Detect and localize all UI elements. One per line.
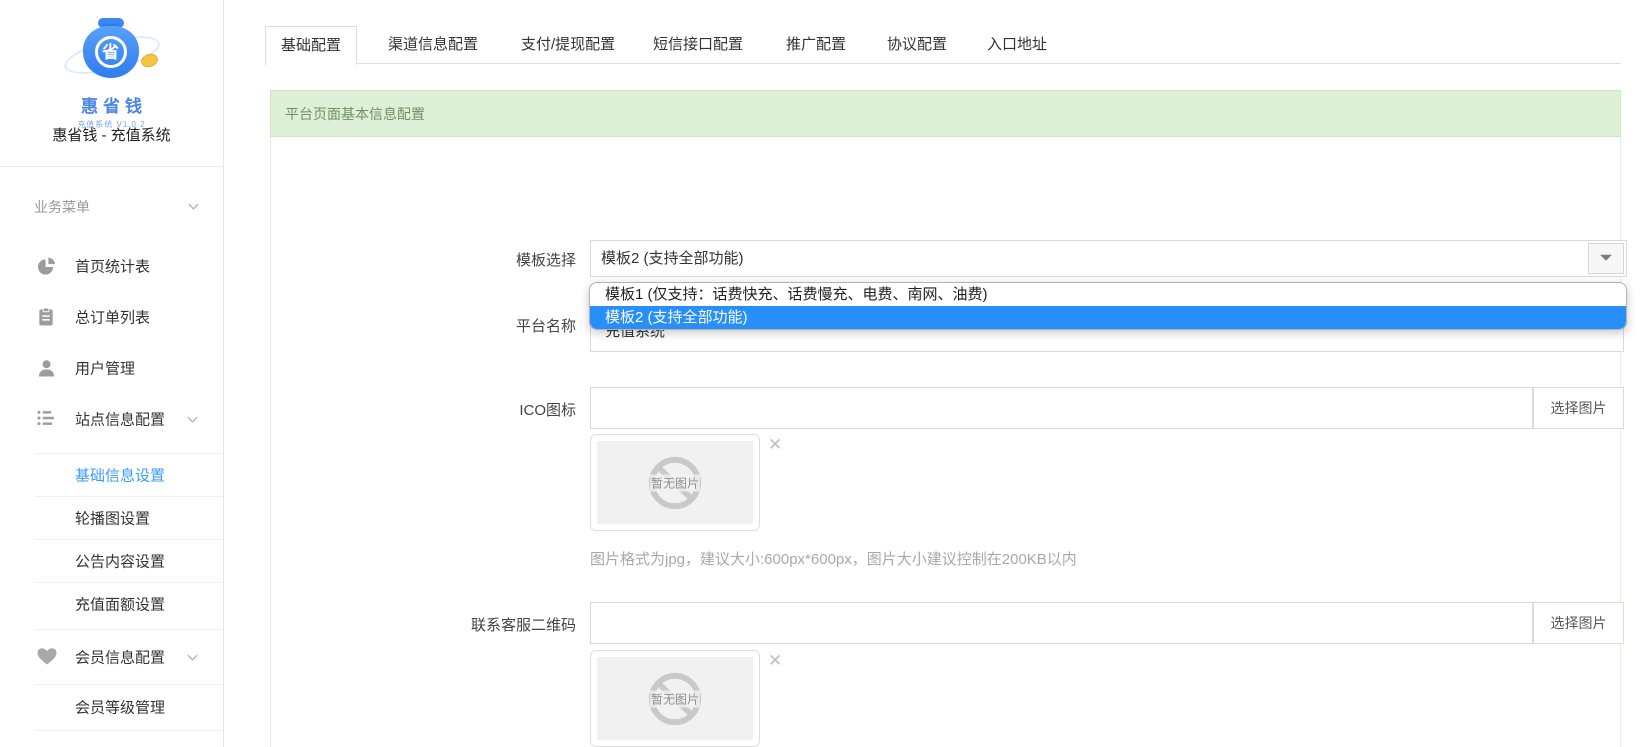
app-logo: 省 惠省钱 充值系统 V1.0.2 <box>0 14 223 114</box>
divider <box>0 166 223 167</box>
list-icon <box>37 410 56 429</box>
qrcode-label: 联系客服二维码 <box>396 614 576 635</box>
tab-channel-config[interactable]: 渠道信息配置 <box>388 26 478 64</box>
divider <box>35 730 223 731</box>
chevron-down-icon <box>186 413 198 425</box>
tab-label: 短信接口配置 <box>653 36 743 53</box>
tab-payment-config[interactable]: 支付/提现配置 <box>521 26 615 64</box>
sidebar-subitem-basic-info[interactable]: 基础信息设置 <box>0 453 223 497</box>
dropdown-option-template1[interactable]: 模板1 (仅支持：话费快充、话费慢充、电费、南网、油费) <box>590 283 1626 306</box>
chevron-down-icon <box>187 200 199 212</box>
sidebar-subitem-recharge-amount[interactable]: 充值面额设置 <box>0 582 223 626</box>
sidebar-item-home-stats[interactable]: 首页统计表 <box>0 244 223 288</box>
sidebar-item-label: 首页统计表 <box>75 256 150 277</box>
tab-entry-url[interactable]: 入口地址 <box>987 26 1047 64</box>
tab-bar: 基础配置 渠道信息配置 支付/提现配置 短信接口配置 推广配置 协议配置 入口地… <box>265 26 1621 64</box>
ico-icon-label: ICO图标 <box>396 399 576 420</box>
section-label: 业务菜单 <box>34 197 90 217</box>
qrcode-input[interactable] <box>590 602 1533 644</box>
brand-title: 惠省钱 - 充值系统 <box>0 124 223 145</box>
money-bag-logo-icon: 省 <box>57 14 167 92</box>
template-select[interactable]: 模板2 (支持全部功能) <box>590 240 1627 277</box>
user-icon <box>37 359 56 378</box>
sidebar-section-business-menu[interactable]: 业务菜单 <box>0 188 223 224</box>
sidebar-item-site-config[interactable]: 站点信息配置 <box>0 397 223 441</box>
tab-agreement-config[interactable]: 协议配置 <box>887 26 947 64</box>
logo-name: 惠省钱 <box>0 92 223 117</box>
tab-promo-config[interactable]: 推广配置 <box>786 26 846 64</box>
sidebar-item-order-list[interactable]: 总订单列表 <box>0 295 223 339</box>
tab-label: 推广配置 <box>786 36 846 53</box>
sidebar-subitem-label: 基础信息设置 <box>75 465 165 486</box>
select-arrow-icon[interactable] <box>1588 243 1624 274</box>
sidebar-item-user-management[interactable]: 用户管理 <box>0 346 223 390</box>
sidebar: 省 惠省钱 充值系统 V1.0.2 惠省钱 - 充值系统 业务菜单 首页统计表 <box>0 0 224 747</box>
tab-label: 支付/提现配置 <box>521 36 615 53</box>
main-content: 基础配置 渠道信息配置 支付/提现配置 短信接口配置 推广配置 协议配置 入口地… <box>225 0 1642 747</box>
remove-image-icon[interactable]: ✕ <box>768 651 782 671</box>
template-dropdown-popup: 模板1 (仅支持：话费快充、话费慢充、电费、南网、油费) 模板2 (支持全部功能… <box>589 282 1627 330</box>
no-image-text: 暂无图片 <box>650 474 700 491</box>
qrcode-image-preview: 暂无图片 <box>590 650 760 747</box>
basic-info-panel: 平台页面基本信息配置 模板选择 模板2 (支持全部功能) 平台名称 模板1 (仅… <box>270 90 1621 747</box>
tab-label: 渠道信息配置 <box>388 36 478 53</box>
sidebar-item-member-config[interactable]: 会员信息配置 <box>0 633 223 681</box>
tab-label: 基础配置 <box>281 37 341 54</box>
ico-hint-text: 图片格式为jpg，建议大小:600px*600px，图片大小建议控制在200KB… <box>590 548 1077 569</box>
sidebar-subitem-label: 公告内容设置 <box>75 551 165 572</box>
template-select-value: 模板2 (支持全部功能) <box>601 250 744 267</box>
divider <box>35 629 223 630</box>
ico-icon-input[interactable] <box>590 387 1533 429</box>
sidebar-item-label: 会员信息配置 <box>75 647 165 668</box>
logo-character: 省 <box>95 36 127 68</box>
sidebar-item-label: 站点信息配置 <box>75 409 165 430</box>
sidebar-item-label: 用户管理 <box>75 358 135 379</box>
template-select-label: 模板选择 <box>396 249 576 270</box>
tab-sms-config[interactable]: 短信接口配置 <box>653 26 743 64</box>
remove-image-icon[interactable]: ✕ <box>768 435 782 455</box>
sidebar-subitem-label: 充值面额设置 <box>75 594 165 615</box>
panel-header: 平台页面基本信息配置 <box>270 90 1621 137</box>
tab-label: 协议配置 <box>887 36 947 53</box>
sidebar-subitem-carousel[interactable]: 轮播图设置 <box>0 496 223 540</box>
tab-basic-config[interactable]: 基础配置 <box>265 26 357 65</box>
pie-chart-icon <box>37 257 56 276</box>
sidebar-subitem-label: 会员等级管理 <box>75 697 165 718</box>
sidebar-item-label: 总订单列表 <box>75 307 150 328</box>
tab-label: 入口地址 <box>987 36 1047 53</box>
chevron-down-icon <box>186 651 198 663</box>
sidebar-subitem-label: 轮播图设置 <box>75 508 150 529</box>
platform-name-label: 平台名称 <box>396 315 576 336</box>
ico-image-preview: 暂无图片 <box>590 434 760 531</box>
qrcode-pick-image-button[interactable]: 选择图片 <box>1533 602 1624 644</box>
clipboard-icon <box>37 308 56 327</box>
dropdown-option-template2[interactable]: 模板2 (支持全部功能) <box>590 306 1626 329</box>
sidebar-subitem-member-level[interactable]: 会员等级管理 <box>0 685 223 729</box>
sidebar-subitem-announcement[interactable]: 公告内容设置 <box>0 539 223 583</box>
no-image-text: 暂无图片 <box>650 690 700 707</box>
heart-icon <box>37 648 56 667</box>
admin-page: 省 惠省钱 充值系统 V1.0.2 惠省钱 - 充值系统 业务菜单 首页统计表 <box>0 0 1642 747</box>
ico-pick-image-button[interactable]: 选择图片 <box>1533 387 1624 429</box>
